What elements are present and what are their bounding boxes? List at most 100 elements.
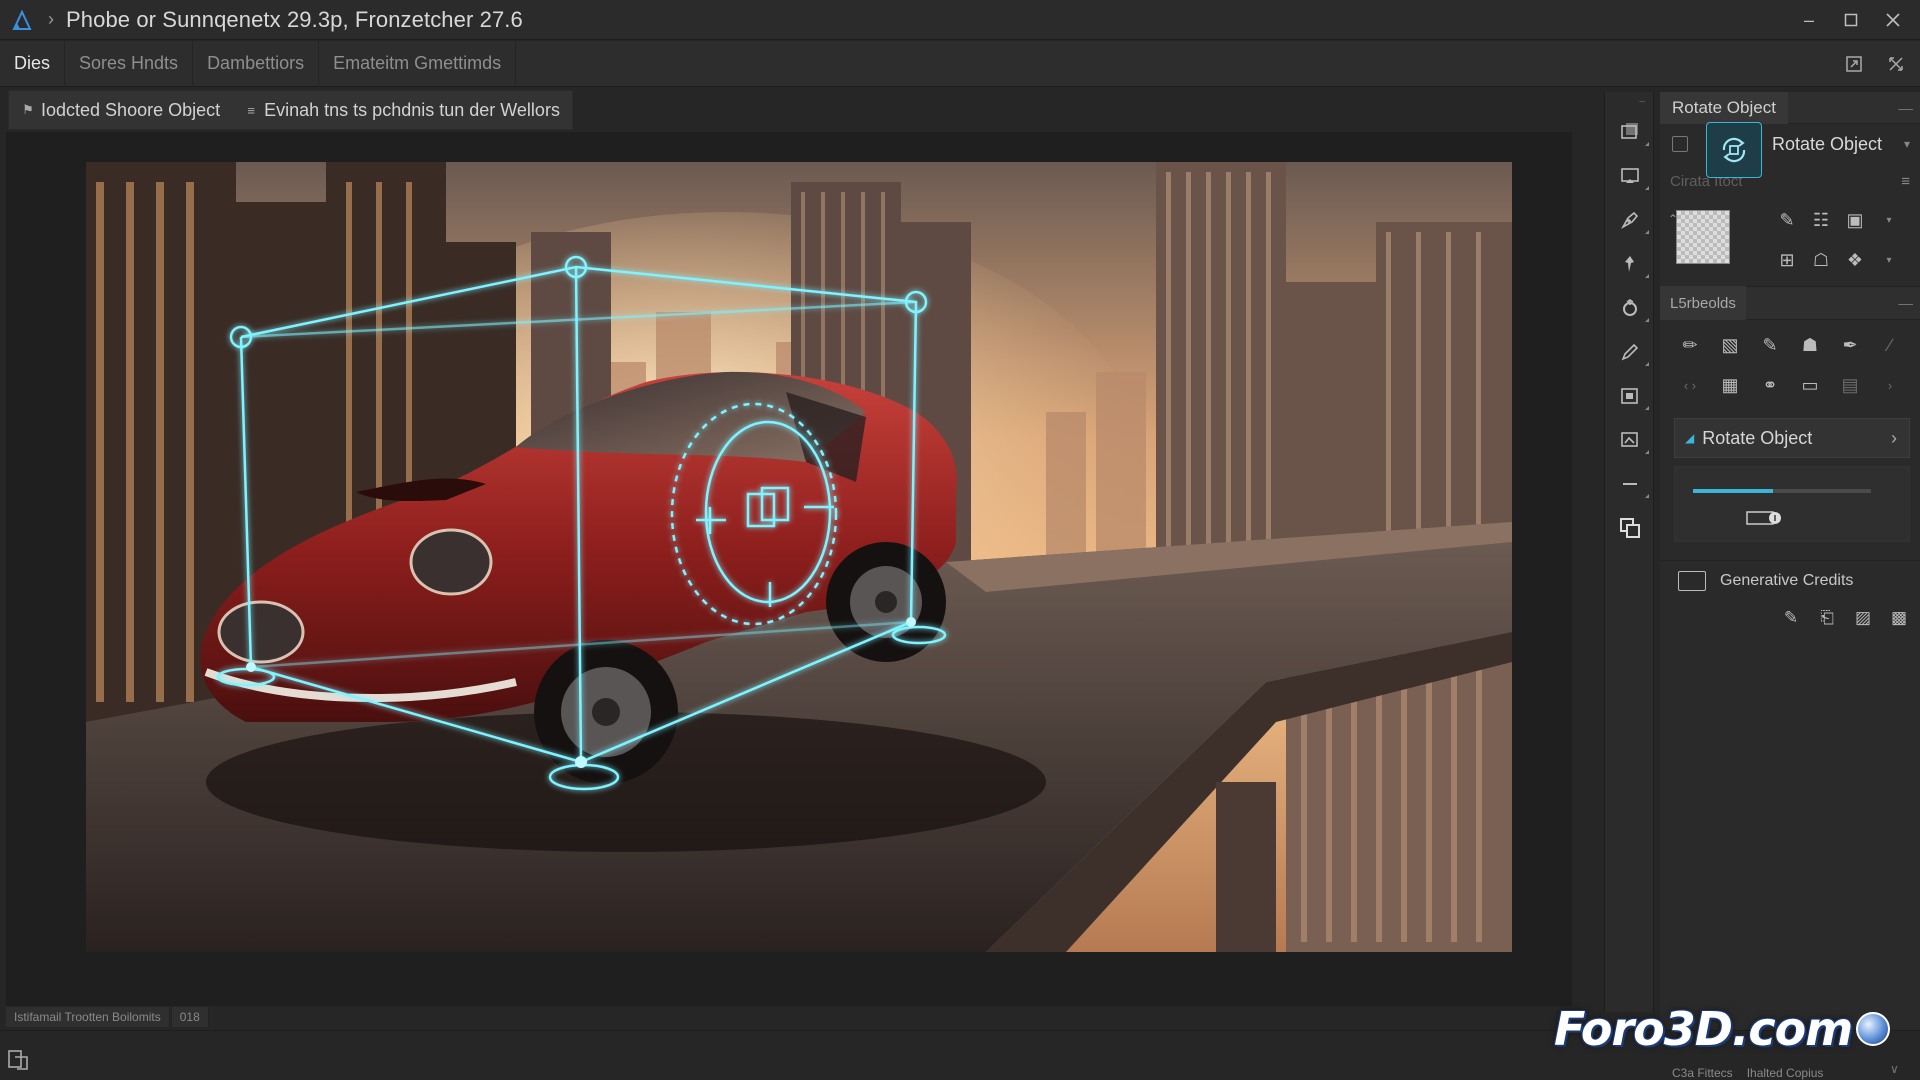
texture-brush-icon[interactable]: ▧ (1710, 328, 1750, 362)
eraser-brush-icon[interactable]: ✎ (1750, 328, 1790, 362)
collapse-caret-icon[interactable]: ⌃ (1668, 212, 1678, 226)
pencil-brush-icon[interactable]: ✏ (1670, 328, 1710, 362)
document-layers-icon[interactable] (4, 1045, 34, 1075)
footer-links: C3a Fittecs Ihalted Copius (1672, 1066, 1823, 1080)
menu-item-sores[interactable]: Sores Hndts (65, 40, 194, 87)
crop-tool[interactable] (1605, 154, 1655, 198)
object-hint-option[interactable]: ≡ Evinah tns ts pchdnis tun der Wellors (232, 91, 572, 129)
object-hint-label: Evinah tns ts pchdnis tun der Wellors (264, 99, 560, 120)
tools-collapse-icon[interactable] (1880, 48, 1912, 80)
brush-tools-grid: ✏ ▧ ✎ ☗ ✒ ∕ ‹ › ▦ ⚭ ▭ ▤ › (1660, 320, 1920, 402)
tool-strip-grip: ‒ (1639, 95, 1645, 107)
minimize-button[interactable]: – (1788, 4, 1830, 36)
options-bar: ⚑ Iodcted Shoore Object ≡ Evinah tns ts … (8, 90, 573, 130)
rotate-tool[interactable] (1605, 286, 1655, 330)
section-menu-icon[interactable]: ‒‒ (1898, 295, 1920, 311)
pin-tool[interactable] (1605, 242, 1655, 286)
copy-shape-tool[interactable] (1605, 506, 1655, 550)
panel-tab-label[interactable]: Rotate Object (1660, 91, 1788, 124)
menu-item-dambettiors[interactable]: Dambettiors (193, 40, 320, 87)
image-canvas[interactable] (86, 162, 1512, 952)
close-button[interactable] (1872, 4, 1914, 36)
status-bar: Istifamail Trootten Boilomits 018 (6, 1006, 1572, 1028)
layer-thumb-icon (1672, 136, 1688, 152)
breadcrumb-chevron-icon: › (48, 9, 54, 29)
frame-icon (1621, 388, 1638, 404)
rotation-slider[interactable] (1693, 489, 1871, 493)
rotate-object-button-label: Rotate Object (1702, 427, 1813, 448)
rotate-bullet-icon: ◢ (1685, 431, 1695, 445)
watermark-logo: Foro3D.com (1554, 1002, 1894, 1062)
rotate-object-icon[interactable] (1706, 122, 1762, 178)
app-logo-icon[interactable] (10, 8, 34, 32)
artboard-tool[interactable] (1605, 110, 1655, 154)
save-icon[interactable]: ▨ (1852, 608, 1874, 628)
title-bar: › Phobe or Sunnqenetx 29.3p, Fronzetcher… (0, 0, 1920, 40)
frame-tool[interactable] (1605, 374, 1655, 418)
generative-credits-label: Generative Credits (1720, 571, 1854, 589)
arrange-icon[interactable]: ❖ (1838, 244, 1872, 276)
rotation-slider-fill (1693, 489, 1774, 493)
prev-next-icon[interactable]: ‹ › (1670, 368, 1710, 402)
more-brush-icon[interactable]: › (1870, 368, 1910, 402)
ghost-option-row: Cirata Itoct ≡ (1660, 168, 1920, 194)
marker-brush-icon[interactable]: ✒ (1830, 328, 1870, 362)
stamp-icon[interactable]: ☖ (1804, 244, 1838, 276)
history-icon[interactable]: ⎗ (1816, 608, 1838, 628)
right-panel: Rotate Object ‒‒ Rotate Object ▾ Cirata … (1660, 91, 1920, 1030)
credits-tools: ✎ ⎗ ▨ ▩ (1660, 600, 1920, 636)
brushes-section-label[interactable]: L5rbeolds (1660, 286, 1746, 320)
swatch-tools-grid: ✎ ☷ ▣ ▾ ⊞ ☖ ❖ ▾ (1770, 204, 1906, 276)
maximize-button[interactable] (1830, 4, 1872, 36)
document-area (6, 132, 1572, 1006)
hamburger-icon[interactable]: ≡ (1901, 173, 1910, 190)
dropdown-small-icon-2[interactable]: ▾ (1872, 244, 1906, 276)
rotate-object-button[interactable]: ◢ Rotate Object › (1674, 418, 1910, 458)
image-tool[interactable] (1605, 418, 1655, 462)
rotate-icon (1623, 299, 1637, 316)
footer-right-text[interactable]: Ihalted Copius (1747, 1066, 1824, 1080)
rotate-object-dropdown[interactable]: Rotate Object ▾ (1660, 122, 1920, 178)
status-zoom[interactable]: 018 (171, 1007, 209, 1027)
selected-object-option[interactable]: ⚑ Iodcted Shoore Object (9, 91, 232, 129)
edit-icon[interactable]: ✎ (1780, 608, 1802, 628)
crop-icon (1621, 168, 1639, 183)
export-icon[interactable]: ▩ (1888, 608, 1910, 628)
tool-strip: ‒ (1604, 92, 1654, 1012)
dropdown-small-icon[interactable]: ▾ (1872, 204, 1906, 236)
generative-credits-row[interactable]: Generative Credits (1660, 560, 1920, 600)
stamp-brush-icon[interactable]: ☗ (1790, 328, 1830, 362)
rotation-slider-box (1674, 466, 1910, 542)
pen-tool[interactable] (1605, 198, 1655, 242)
pen-tool-icon (1620, 211, 1639, 230)
grid-icon[interactable]: ☷ (1804, 204, 1838, 236)
panel-toggle-icon[interactable] (1838, 48, 1870, 80)
link-brush-icon[interactable]: ⚭ (1750, 368, 1790, 402)
swatch-row: ⌃ ✎ ☷ ▣ ▾ ⊞ ☖ ❖ ▾ (1660, 194, 1920, 280)
footer-chevron-icon[interactable]: ∨ (1890, 1062, 1899, 1076)
panel-menu-icon[interactable]: ‒‒ (1898, 100, 1920, 116)
image-icon (1621, 432, 1638, 447)
minus-icon (1623, 483, 1637, 485)
line-brush-icon[interactable]: ∕ (1870, 328, 1910, 362)
watermark-text: Foro3D.com (1554, 1002, 1853, 1056)
footer-left-text[interactable]: C3a Fittecs (1672, 1066, 1733, 1080)
menu-item-emateitm[interactable]: Emateitm Gmettimds (319, 40, 517, 87)
menu-right-controls (1838, 41, 1912, 87)
window-brush-icon[interactable]: ▭ (1790, 368, 1830, 402)
brushes-section-header: L5rbeolds ‒‒ (1660, 286, 1920, 320)
brush-icon[interactable]: ✎ (1770, 204, 1804, 236)
pencil-tool[interactable] (1605, 330, 1655, 374)
rotate-object-panel-tab: Rotate Object ‒‒ (1660, 91, 1920, 124)
pencil-icon (1621, 343, 1639, 361)
calendar-brush-icon[interactable]: ▦ (1710, 368, 1750, 402)
menu-item-dies[interactable]: Dies (0, 40, 66, 87)
transparency-swatch[interactable] (1676, 210, 1730, 264)
pin-icon (1625, 256, 1634, 272)
slider-toggle-icon[interactable] (1745, 509, 1785, 527)
credits-card-icon (1678, 570, 1706, 591)
ruler-brush-icon[interactable]: ▤ (1830, 368, 1870, 402)
line-tool[interactable] (1605, 462, 1655, 506)
panels-icon[interactable]: ⊞ (1770, 244, 1804, 276)
layout-icon[interactable]: ▣ (1838, 204, 1872, 236)
